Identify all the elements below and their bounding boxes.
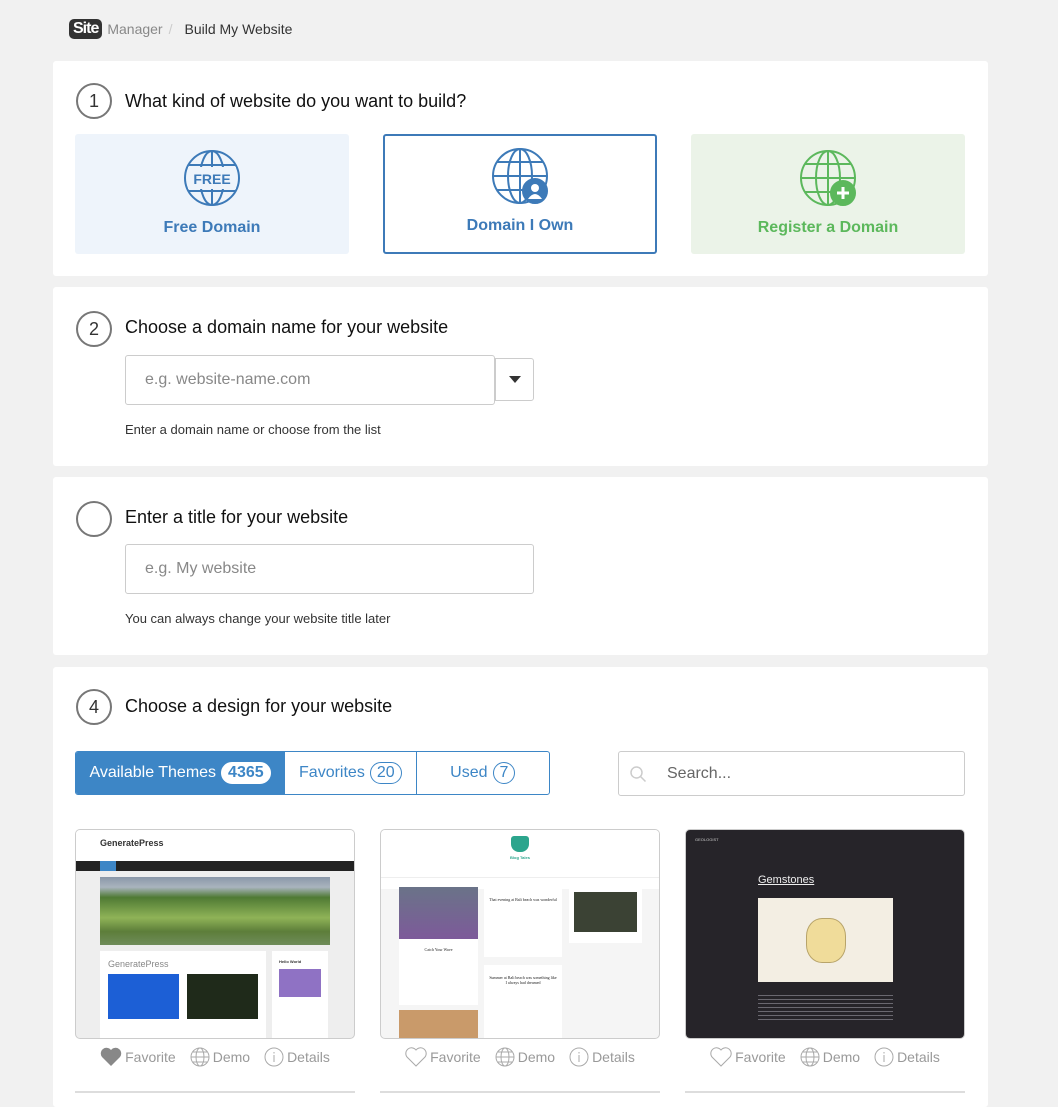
- details-button[interactable]: Details: [874, 1047, 940, 1067]
- step-site-title: Enter a title for your website e.g. My w…: [53, 477, 988, 655]
- favorite-label: Favorite: [430, 1049, 481, 1065]
- tab-available-themes[interactable]: Available Themes 4365: [76, 752, 286, 794]
- step-design: 4 Choose a design for your website Avail…: [53, 667, 988, 1107]
- step-number: [76, 501, 112, 537]
- theme-card-gemstones[interactable]: GEOLOGIST Gemstones: [685, 829, 965, 1039]
- favorite-button[interactable]: Favorite: [100, 1047, 176, 1067]
- demo-button[interactable]: Demo: [800, 1047, 860, 1067]
- favorite-button[interactable]: Favorite: [710, 1047, 786, 1067]
- theme-actions: Favorite Demo Details: [380, 1047, 660, 1067]
- option-label: Domain I Own: [466, 217, 574, 234]
- count-badge: 7: [492, 762, 516, 784]
- step-number: 4: [76, 689, 112, 725]
- post-title: Catch Your Wave: [424, 947, 453, 952]
- theme-heading: GeneratePress: [108, 959, 169, 969]
- option-domain-i-own[interactable]: Domain I Own: [383, 134, 657, 254]
- domain-dropdown-button[interactable]: [495, 358, 534, 401]
- post-title: Summer at Bali beach was something like …: [484, 965, 562, 1038]
- theme-tabs: Available Themes 4365 Favorites 20 Used 7: [75, 751, 550, 795]
- heart-outline-icon: [405, 1047, 427, 1067]
- theme-site-title: Blog Tales: [510, 855, 530, 860]
- demo-button[interactable]: Demo: [495, 1047, 555, 1067]
- step-website-type: 1 What kind of website do you want to bu…: [53, 61, 988, 276]
- option-label: Register a Domain: [757, 219, 899, 236]
- step-domain-name: 2 Choose a domain name for your website …: [53, 287, 988, 466]
- title-input[interactable]: e.g. My website: [125, 544, 534, 594]
- details-label: Details: [287, 1049, 330, 1065]
- post-title: That evening at Bali beach was wonderful: [484, 887, 562, 957]
- demo-label: Demo: [212, 1049, 251, 1065]
- step-number: 1: [76, 83, 112, 119]
- theme-site-title: GeneratePress: [76, 830, 354, 861]
- breadcrumb: Site Manager / Build My Website: [69, 19, 292, 39]
- theme-card-blog-tales[interactable]: Blog Tales Catch Your Wave That evening …: [380, 829, 660, 1039]
- demo-label: Demo: [822, 1049, 861, 1065]
- count-badge: 20: [369, 762, 402, 784]
- theme-heading: Gemstones: [758, 874, 815, 886]
- option-register-domain[interactable]: Register a Domain: [691, 134, 965, 254]
- domain-input[interactable]: e.g. website-name.com: [125, 355, 495, 405]
- theme-card-generatepress[interactable]: GeneratePress GeneratePress Hello World: [75, 829, 355, 1039]
- details-label: Details: [897, 1049, 940, 1065]
- caret-down-icon: [508, 376, 521, 383]
- step-number: 2: [76, 311, 112, 347]
- details-label: Details: [592, 1049, 635, 1065]
- svg-text:FREE: FREE: [193, 171, 230, 187]
- theme-hero-image: [100, 877, 330, 945]
- count-badge: 4365: [221, 762, 271, 784]
- domain-placeholder: e.g. website-name.com: [145, 371, 311, 388]
- heart-outline-icon: [710, 1047, 732, 1067]
- info-icon: [264, 1047, 284, 1067]
- breadcrumb-separator: /: [168, 21, 173, 37]
- info-icon: [874, 1047, 894, 1067]
- demo-button[interactable]: Demo: [190, 1047, 250, 1067]
- theme-search-input[interactable]: Search...: [618, 751, 965, 796]
- title-help: You can always change your website title…: [125, 611, 391, 626]
- step-title: Choose a domain name for your website: [125, 317, 449, 337]
- domain-help: Enter a domain name or choose from the l…: [125, 422, 381, 437]
- globe-user-icon: [492, 148, 548, 204]
- globe-plus-icon: [800, 150, 856, 206]
- globe-icon: [800, 1047, 820, 1067]
- globe-free-icon: FREE: [184, 150, 240, 206]
- breadcrumb-current: Build My Website: [184, 21, 293, 37]
- favorite-button[interactable]: Favorite: [405, 1047, 481, 1067]
- tab-label: Available Themes: [89, 764, 217, 781]
- option-label: Free Domain: [163, 219, 261, 236]
- search-placeholder: Search...: [667, 764, 732, 782]
- heart-filled-icon: [100, 1047, 122, 1066]
- globe-icon: [495, 1047, 515, 1067]
- details-button[interactable]: Details: [264, 1047, 330, 1067]
- favorite-label: Favorite: [735, 1049, 786, 1065]
- search-icon: [630, 765, 647, 782]
- details-button[interactable]: Details: [569, 1047, 635, 1067]
- theme-actions: Favorite Demo Details: [75, 1047, 355, 1067]
- step-title: Choose a design for your website: [125, 696, 393, 716]
- demo-label: Demo: [517, 1049, 556, 1065]
- site-logo[interactable]: Site: [69, 19, 103, 39]
- favorite-label: Favorite: [125, 1049, 176, 1065]
- tab-label: Favorites: [299, 764, 365, 781]
- step-title: Enter a title for your website: [125, 507, 349, 527]
- tab-favorites[interactable]: Favorites 20: [285, 752, 417, 794]
- option-free-domain[interactable]: FREE Free Domain: [75, 134, 349, 254]
- tab-label: Used: [450, 764, 488, 781]
- step-title: What kind of website do you want to buil…: [125, 91, 467, 111]
- title-placeholder: e.g. My website: [145, 560, 257, 577]
- theme-site-title: GEOLOGIST: [695, 837, 719, 842]
- globe-icon: [190, 1047, 210, 1067]
- theme-widget-title: Hello World: [279, 959, 302, 964]
- info-icon: [569, 1047, 589, 1067]
- tab-used[interactable]: Used 7: [417, 752, 549, 794]
- theme-actions: Favorite Demo Details: [685, 1047, 965, 1067]
- breadcrumb-manager[interactable]: Manager: [107, 21, 162, 37]
